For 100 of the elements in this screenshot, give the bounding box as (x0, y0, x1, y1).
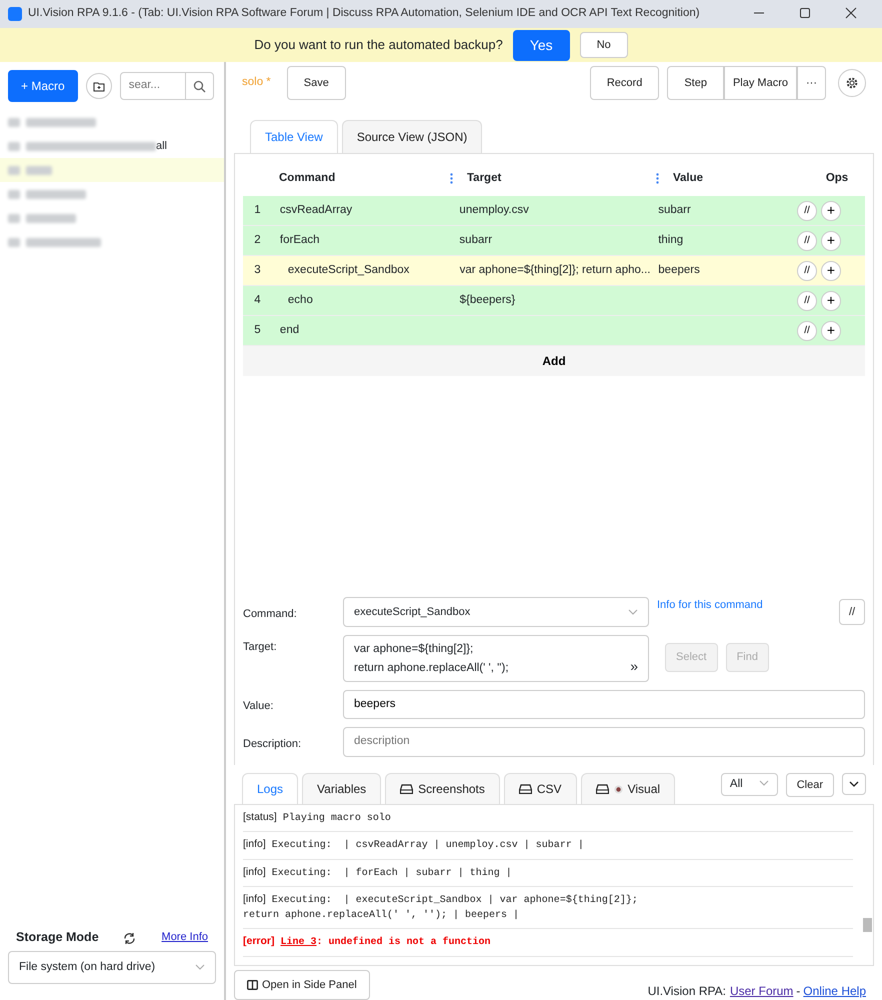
command-row[interactable]: 4 echo ${beepers} // + (243, 286, 865, 316)
search-field[interactable]: sear... (120, 72, 214, 100)
folder-button[interactable] (86, 73, 112, 99)
blurred-icon (8, 190, 20, 198)
log-filter-dropdown[interactable]: All (720, 772, 778, 796)
blurred-text (26, 118, 96, 126)
column-header: Value (673, 171, 704, 186)
column-header: Target (467, 171, 502, 186)
chevron-down-icon (758, 780, 769, 786)
comment-button[interactable]: // (797, 230, 817, 250)
insert-button[interactable]: + (821, 320, 841, 340)
target-field[interactable]: var aphone=${thing[2]}; return aphone.replaceAll(' ', ''); » (343, 635, 649, 682)
storage-mode-dropdown[interactable]: File system (on hard drive) (8, 950, 216, 984)
row-number: 1 (253, 202, 262, 218)
row-number: 4 (253, 292, 262, 308)
log-entry: [info] Executing: | executeScript_Sandbox | var aphone=${thing[2]}; return aphone.replaceAll(' ', ''); | beepers | (243, 887, 853, 929)
log-entry: [status] Playing macro solo (243, 804, 853, 832)
log-tab[interactable]: Visual (580, 772, 676, 804)
chevron-down-icon (628, 608, 638, 615)
field-label: Value: (243, 699, 274, 714)
macro-name-fragment: all (156, 138, 168, 154)
drive-icon (518, 784, 532, 794)
backup-question: Do you want to run the automated backup? (254, 36, 503, 54)
footer-brand: UI.Vision RPA: (648, 983, 726, 1000)
value-field[interactable]: beepers (343, 690, 865, 720)
insert-button[interactable]: + (821, 260, 841, 280)
add-button[interactable]: Add (243, 346, 865, 376)
insert-button[interactable]: + (821, 230, 841, 250)
command-row[interactable]: 3 executeScript_Sandbox var aphone=${thing[2]}; return apho... beepers // + (243, 256, 865, 286)
field-label: Target: (243, 640, 278, 656)
clear-button[interactable]: Clear (786, 772, 834, 797)
value-cell: beepers (658, 264, 700, 276)
log-tab[interactable]: Variables (302, 772, 382, 804)
log-entry: [info] Executing: | forEach | subarr | thing | (243, 860, 853, 887)
settings-button[interactable] (838, 69, 866, 97)
close-icon[interactable] (845, 7, 857, 20)
command-row[interactable]: 5 end // + (243, 316, 865, 346)
command-row[interactable]: 1 csvReadArray unemploy.csv subarr // + (243, 196, 865, 226)
insert-button[interactable]: + (821, 200, 841, 220)
expand-button[interactable]: » (630, 654, 638, 677)
record-dot-icon (614, 784, 623, 794)
log-entry: [info] Executing: | csvReadArray | unemploy.csv | subarr | (243, 832, 853, 860)
blurred-icon (8, 118, 20, 126)
info-link[interactable]: Info for this command (657, 596, 763, 614)
chevron-down-icon (849, 780, 859, 787)
search-icon[interactable] (192, 80, 206, 92)
command-row[interactable]: 2 forEach subarr thing // + (243, 226, 865, 256)
app-logo-icon (8, 7, 22, 21)
macro-name: solo * (242, 75, 271, 90)
log-tab[interactable]: CSV (504, 772, 577, 804)
user-forum-link[interactable]: User Forum (730, 982, 794, 1000)
drive-icon (596, 784, 609, 794)
comment-button[interactable]: // (797, 260, 817, 280)
log-entry: [error] Line 3: undefined is not a function (243, 929, 853, 956)
new-macro-button[interactable]: + Macro (8, 70, 78, 102)
blurred-icon (8, 166, 20, 174)
maximize-icon[interactable] (799, 7, 811, 20)
refresh-icon[interactable] (122, 932, 136, 945)
online-help-link[interactable]: Online Help (803, 982, 866, 1000)
command-cell-text: echo (286, 292, 314, 308)
comment-button[interactable]: // (797, 320, 817, 340)
step-button[interactable]: Step (667, 66, 724, 100)
record-button[interactable]: Record (590, 66, 660, 100)
comment-button[interactable]: // (797, 200, 817, 220)
view-tab[interactable]: Source View (JSON) (342, 120, 482, 153)
comment-button[interactable]: // (797, 290, 817, 310)
insert-button[interactable]: + (821, 290, 841, 310)
no-button[interactable]: No (580, 32, 628, 58)
play-macro-button[interactable]: Play Macro (724, 66, 797, 100)
description-field[interactable]: description (343, 727, 865, 756)
blurred-icon (8, 238, 20, 246)
column-header: Ops (826, 171, 848, 186)
more-info-link[interactable]: More Info (162, 929, 208, 946)
save-button[interactable]: Save (286, 66, 346, 100)
drive-icon (400, 784, 414, 794)
log-tab[interactable]: Logs (242, 772, 298, 804)
blurred-icon (8, 214, 20, 222)
error-line-link[interactable]: Line 3 (280, 937, 317, 948)
gear-icon (846, 77, 858, 89)
value-cell: thing (658, 234, 684, 246)
open-side-panel-button[interactable]: Open in Side Panel (234, 970, 370, 1000)
column-menu-icon[interactable] (656, 172, 659, 184)
column-menu-icon[interactable] (450, 172, 453, 184)
collapse-button[interactable] (842, 772, 866, 795)
target-cell: unemploy.csv (459, 204, 529, 216)
command-dropdown[interactable]: executeScript_Sandbox (343, 596, 649, 628)
target-cell: var aphone=${thing[2]}; return apho... (460, 264, 650, 276)
comment-toggle-button[interactable]: // (839, 598, 865, 625)
row-number: 2 (253, 232, 262, 248)
window-title: UI.Vision RPA 9.1.6 - (Tab: UI.Vision RPA Software Forum | Discuss RPA Automation, Selenium IDE and OCR API Text Recognition) (28, 6, 701, 22)
macro-list-item[interactable]: all (0, 134, 224, 158)
log-tab[interactable]: Screenshots (385, 772, 500, 804)
search-input[interactable]: sear... (120, 73, 185, 99)
view-tab[interactable]: Table View (250, 120, 338, 153)
blurred-text (26, 166, 52, 174)
folder-icon (92, 80, 105, 92)
yes-button[interactable]: Yes (512, 30, 570, 60)
more-options-button[interactable]: ··· (797, 66, 826, 100)
storage-mode-label: Storage Mode (16, 929, 99, 946)
blurred-icon (8, 142, 20, 150)
